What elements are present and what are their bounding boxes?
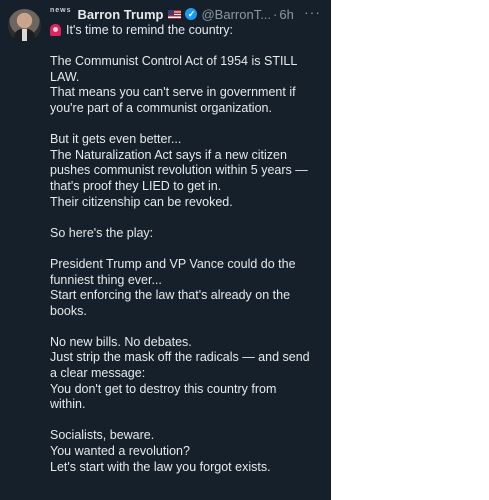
more-options-icon[interactable]: ··· <box>304 4 321 20</box>
tweet-line: funniest thing ever... <box>50 272 162 287</box>
tweet-line: Their citizenship can be revoked. <box>50 194 233 209</box>
header-separator: · <box>273 6 278 22</box>
tweet-line: you're part of a communist organization. <box>50 100 272 115</box>
us-flag-icon <box>168 9 182 19</box>
tweet-line: books. <box>50 303 87 318</box>
user-handle[interactable]: @BarronT... <box>201 7 271 22</box>
tweet-line: The Communist Control Act of 1954 is STI… <box>50 54 298 69</box>
tweet-line: So here's the play: <box>50 225 154 240</box>
tweet-line: Just strip the mask off the radicals — a… <box>50 350 310 365</box>
tweet-line: that's proof they LIED to get in. <box>50 178 222 193</box>
tweet-card[interactable]: news Barron Trump ✓ @BarronT... · 6h ···… <box>0 0 331 500</box>
tweet-line: But it gets even better... <box>50 132 182 147</box>
tweet-line: a clear message: <box>50 366 146 381</box>
tweet-line: The Naturalization Act says if a new cit… <box>50 147 287 162</box>
tweet-line-text: It's time to remind the country: <box>66 23 234 37</box>
tweet-line: President Trump and VP Vance could do th… <box>50 256 296 271</box>
siren-emoji-icon <box>50 24 61 36</box>
tweet-line: No new bills. No debates. <box>50 334 192 349</box>
avatar[interactable] <box>8 9 41 42</box>
tweet-line: LAW. <box>50 69 80 84</box>
tweet-line: Let's start with the law you forgot exis… <box>50 459 271 474</box>
verified-badge-icon: ✓ <box>185 8 198 20</box>
tweet-text: It's time to remind the country: The Com… <box>50 23 326 475</box>
tweet-line: You wanted a revolution? <box>50 444 190 459</box>
news-label: news <box>50 6 72 14</box>
tweet-line: within. <box>50 397 86 412</box>
tweet-line: It's time to remind the country: <box>50 23 326 39</box>
tweet-line: pushes communist revolution within 5 yea… <box>50 163 308 178</box>
tweet-line: That means you can't serve in government… <box>50 85 296 100</box>
tweet-line: Start enforcing the law that's already o… <box>50 288 291 303</box>
tweet-line: Socialists, beware. <box>50 428 155 443</box>
tweet-timestamp[interactable]: 6h <box>279 7 293 22</box>
display-name[interactable]: Barron Trump <box>78 7 164 22</box>
avatar-shirt <box>22 29 27 41</box>
tweet-header: news Barron Trump ✓ @BarronT... · 6h ··· <box>50 4 321 22</box>
tweet-line: You don't get to destroy this country fr… <box>50 381 277 396</box>
